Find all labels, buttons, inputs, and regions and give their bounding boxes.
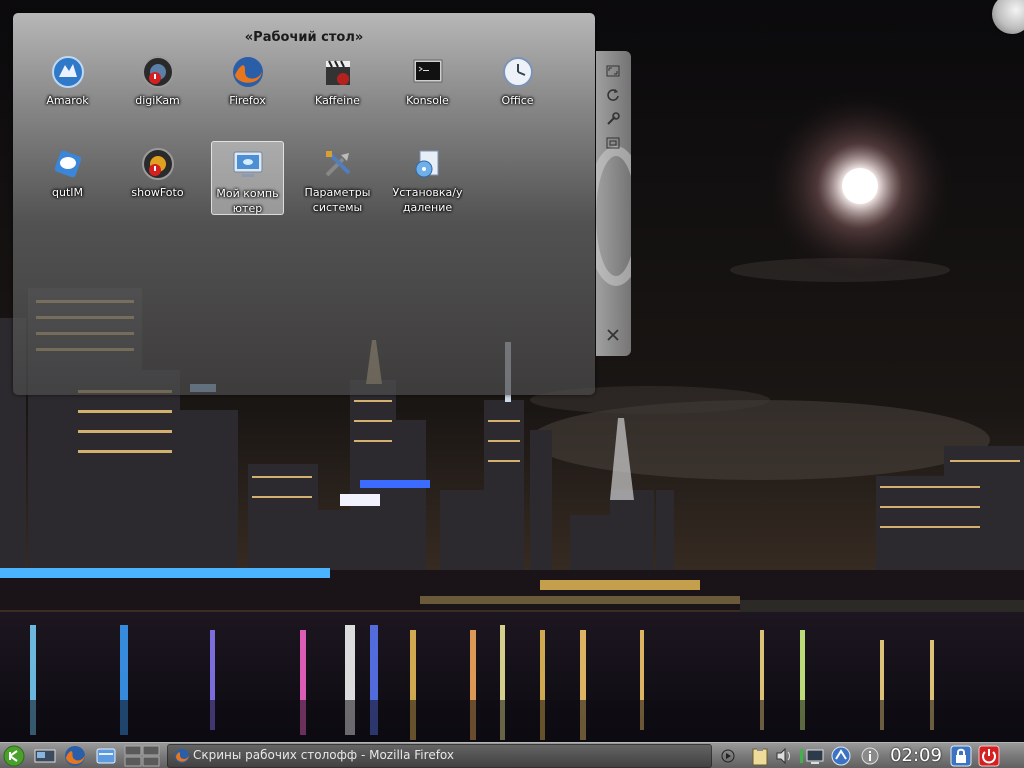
zoom-frame-icon[interactable] bbox=[605, 135, 621, 151]
expand-arrow-icon[interactable] bbox=[720, 745, 736, 767]
handle-decoration bbox=[596, 146, 631, 286]
clipboard-icon[interactable] bbox=[750, 745, 770, 767]
desktop-icon-label: Мой компьютер bbox=[216, 187, 279, 214]
virtual-desktop-pager[interactable] bbox=[124, 745, 160, 767]
desktop-icon-label: digiKam bbox=[135, 94, 180, 107]
desktop-icon-label: qutIM bbox=[51, 186, 83, 199]
amarok-wolf-icon bbox=[51, 55, 85, 89]
system-settings-tools-icon bbox=[321, 147, 355, 181]
desktop-icon-office[interactable]: Office bbox=[481, 49, 554, 123]
desktop-icon-kaffeine[interactable]: Kaffeine bbox=[301, 49, 374, 123]
rotate-icon[interactable] bbox=[605, 87, 621, 103]
lock-screen-icon[interactable] bbox=[950, 745, 972, 767]
desktop-icon-konsole[interactable]: Konsole bbox=[391, 49, 464, 123]
network-icon[interactable] bbox=[805, 745, 825, 767]
desktop-icon-install-remove[interactable]: Установка/удаление bbox=[391, 141, 464, 215]
folder-view-title: «Рабочий стол» bbox=[244, 30, 364, 45]
desktop-icon-showfoto[interactable]: showFoto bbox=[121, 141, 194, 215]
qutim-chat-icon bbox=[51, 147, 85, 181]
desktop-icon-amarok[interactable]: Amarok bbox=[31, 49, 104, 123]
firefox-icon bbox=[231, 55, 265, 89]
desktop-icon-firefox[interactable]: Firefox bbox=[211, 49, 284, 123]
task-button-firefox[interactable]: Скрины рабочих столофф - Mozilla Firefox bbox=[167, 744, 712, 768]
shutdown-power-icon[interactable] bbox=[978, 745, 1000, 767]
file-manager-icon[interactable] bbox=[95, 745, 117, 767]
install-remove-icon bbox=[411, 147, 445, 181]
show-desktop-icon[interactable] bbox=[33, 745, 57, 767]
kaffeine-clapper-icon bbox=[321, 55, 355, 89]
resize-icon[interactable] bbox=[605, 63, 621, 79]
firefox-icon[interactable] bbox=[63, 745, 87, 767]
computer-monitor-icon bbox=[231, 148, 265, 182]
office-clock-icon bbox=[501, 55, 535, 89]
desktop-icon-label: Параметры системы bbox=[304, 186, 371, 214]
volume-speaker-icon[interactable] bbox=[774, 745, 794, 767]
close-icon[interactable] bbox=[605, 327, 621, 343]
desktop-icon-label: Amarok bbox=[46, 94, 89, 107]
firefox-icon bbox=[174, 748, 190, 764]
desktop-icon-label: Office bbox=[501, 94, 534, 107]
desktop-icon-label: Kaffeine bbox=[315, 94, 360, 107]
info-icon[interactable] bbox=[860, 745, 880, 767]
clock[interactable]: 02:09 bbox=[886, 744, 946, 768]
desktop-icon-label: showFoto bbox=[131, 186, 184, 199]
panel-taskbar: Скрины рабочих столофф - Mozilla Firefox… bbox=[0, 742, 1024, 768]
desktop-icon-system-settings[interactable]: Параметры системы bbox=[301, 141, 374, 215]
desktop-icon-label: Konsole bbox=[406, 94, 449, 107]
desktop-icon-digikam[interactable]: digiKam bbox=[121, 49, 194, 123]
configure-wrench-icon[interactable] bbox=[605, 111, 621, 127]
applet-handle[interactable] bbox=[596, 51, 631, 356]
desktop-icon-label: Установка/удаление bbox=[392, 186, 463, 214]
desktop-icon-qutim[interactable]: qutIM bbox=[31, 141, 104, 215]
desktop-icon-my-computer[interactable]: Мой компьютер bbox=[211, 141, 284, 215]
showfoto-lens-icon bbox=[141, 147, 175, 181]
kickoff-menu-icon[interactable] bbox=[2, 745, 26, 767]
desktop-icon-label: Firefox bbox=[229, 94, 266, 107]
konsole-terminal-icon bbox=[411, 55, 445, 89]
updater-icon[interactable] bbox=[830, 745, 852, 767]
task-button-label: Скрины рабочих столофф - Mozilla Firefox bbox=[193, 748, 454, 762]
digikam-lens-icon bbox=[141, 55, 175, 89]
folder-view-widget: «Рабочий стол» Amarok digiKam Firefox Ka… bbox=[13, 13, 595, 395]
